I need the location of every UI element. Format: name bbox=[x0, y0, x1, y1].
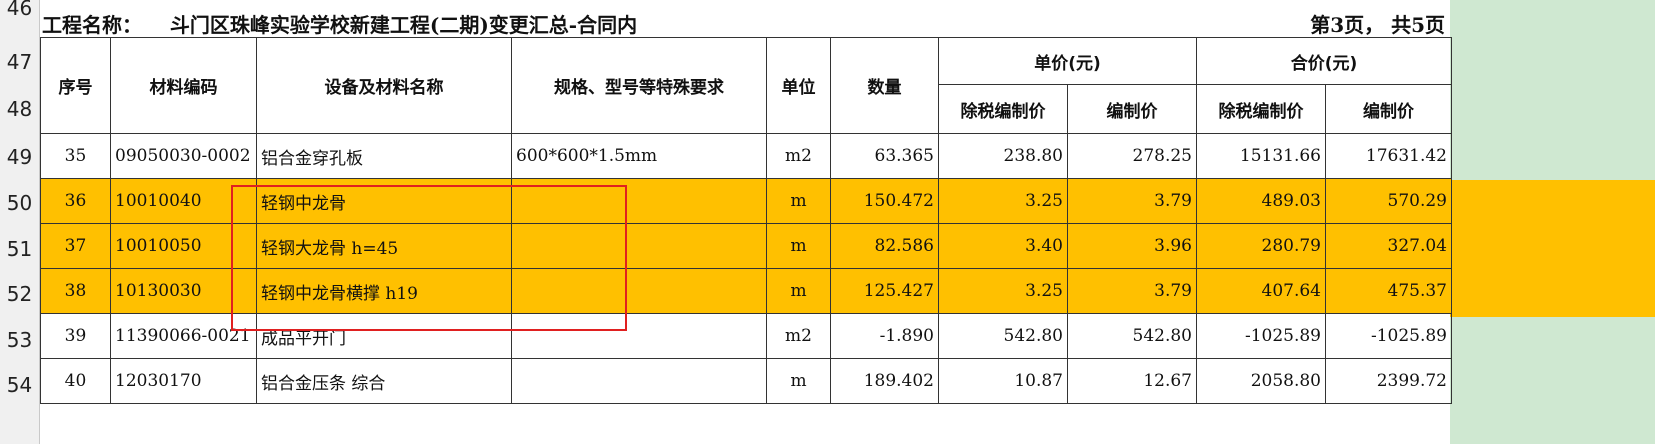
cell-unit[interactable]: m bbox=[766, 268, 831, 314]
cell-unit-price-ex-tax[interactable]: 3.40 bbox=[938, 223, 1068, 269]
cell-unit-price[interactable]: 542.80 bbox=[1067, 313, 1197, 359]
cell-name[interactable]: 轻钢中龙骨 bbox=[256, 178, 512, 224]
cell-code[interactable]: 10130030 bbox=[110, 268, 257, 314]
cell-spec[interactable]: 600*600*1.5mm bbox=[511, 133, 767, 179]
cell-name[interactable]: 铝合金压条 综合 bbox=[256, 358, 512, 404]
cell-name[interactable]: 铝合金穿孔板 bbox=[256, 133, 512, 179]
cell-unit-price[interactable]: 3.79 bbox=[1067, 178, 1197, 224]
cell-qty[interactable]: 82.586 bbox=[830, 223, 939, 269]
cell-unit-price[interactable]: 3.79 bbox=[1067, 268, 1197, 314]
cell-total-ex-tax[interactable]: 407.64 bbox=[1196, 268, 1326, 314]
row-number[interactable]: 49 bbox=[0, 145, 39, 169]
cell-total-ex-tax[interactable]: 15131.66 bbox=[1196, 133, 1326, 179]
cell-spec[interactable] bbox=[511, 178, 767, 224]
cell-unit-price-ex-tax[interactable]: 542.80 bbox=[938, 313, 1068, 359]
cell-unit[interactable]: m bbox=[766, 178, 831, 224]
cell-spec[interactable] bbox=[511, 313, 767, 359]
cell-spec[interactable] bbox=[511, 223, 767, 269]
cell-unit-price[interactable]: 12.67 bbox=[1067, 358, 1197, 404]
title-row[interactable]: 工程名称： 斗门区珠峰实验学校新建工程(二期)变更汇总-合同内 第3页， 共5页 bbox=[40, 0, 1448, 37]
cell-seq[interactable]: 38 bbox=[40, 268, 111, 314]
cell-code[interactable]: 10010050 bbox=[110, 223, 257, 269]
header-unit[interactable]: 单位 bbox=[766, 37, 831, 134]
cell-code[interactable]: 12030170 bbox=[110, 358, 257, 404]
cell-unit-price-ex-tax[interactable]: 3.25 bbox=[938, 178, 1068, 224]
cell-qty[interactable]: 125.427 bbox=[830, 268, 939, 314]
cell-total[interactable]: 475.37 bbox=[1325, 268, 1452, 314]
cell-total[interactable]: 17631.42 bbox=[1325, 133, 1452, 179]
header-code[interactable]: 材料编码 bbox=[110, 37, 257, 134]
cell-total[interactable]: 2399.72 bbox=[1325, 358, 1452, 404]
row-header-column: 46 47 48 49 50 51 52 53 54 bbox=[0, 0, 40, 444]
header-seq[interactable]: 序号 bbox=[40, 37, 111, 134]
cell-code[interactable]: 11390066-0021 bbox=[110, 313, 257, 359]
cell-name[interactable]: 轻钢大龙骨 h=45 bbox=[256, 223, 512, 269]
cell-name[interactable]: 成品平开门 bbox=[256, 313, 512, 359]
header-unit-price-ex-tax[interactable]: 除税编制价 bbox=[938, 84, 1068, 134]
cell-total[interactable]: 327.04 bbox=[1325, 223, 1452, 269]
table-row-highlighted: 37 10010050 轻钢大龙骨 h=45 m 82.586 3.40 3.9… bbox=[40, 223, 1452, 269]
cell-seq[interactable]: 35 bbox=[40, 133, 111, 179]
cell-total-ex-tax[interactable]: 2058.80 bbox=[1196, 358, 1326, 404]
header-unit-price-compiled[interactable]: 编制价 bbox=[1067, 84, 1197, 134]
header-qty[interactable]: 数量 bbox=[830, 37, 939, 134]
cell-qty[interactable]: 63.365 bbox=[830, 133, 939, 179]
header-spec[interactable]: 规格、型号等特殊要求 bbox=[511, 37, 767, 134]
cell-unit[interactable]: m2 bbox=[766, 313, 831, 359]
cell-seq[interactable]: 40 bbox=[40, 358, 111, 404]
cell-total[interactable]: 570.29 bbox=[1325, 178, 1452, 224]
table-row-highlighted: 36 10010040 轻钢中龙骨 m 150.472 3.25 3.79 48… bbox=[40, 178, 1452, 224]
table-row-highlighted: 38 10130030 轻钢中龙骨横撑 h19 m 125.427 3.25 3… bbox=[40, 268, 1452, 314]
cell-unit[interactable]: m bbox=[766, 358, 831, 404]
cell-unit-price-ex-tax[interactable]: 3.25 bbox=[938, 268, 1068, 314]
cell-seq[interactable]: 39 bbox=[40, 313, 111, 359]
cell-code[interactable]: 09050030-0002 bbox=[110, 133, 257, 179]
cell-unit-price-ex-tax[interactable]: 238.80 bbox=[938, 133, 1068, 179]
cell-unit-price[interactable]: 3.96 bbox=[1067, 223, 1197, 269]
header-total-price-ex-tax[interactable]: 除税编制价 bbox=[1196, 84, 1326, 134]
cell-unit[interactable]: m2 bbox=[766, 133, 831, 179]
cell-qty[interactable]: -1.890 bbox=[830, 313, 939, 359]
row-number[interactable]: 47 bbox=[0, 50, 39, 74]
cell-spec[interactable] bbox=[511, 358, 767, 404]
cell-total-ex-tax[interactable]: 280.79 bbox=[1196, 223, 1326, 269]
row-number[interactable]: 46 bbox=[0, 0, 39, 20]
row-number[interactable]: 50 bbox=[0, 191, 39, 215]
header-unit-price[interactable]: 单价(元) bbox=[938, 37, 1197, 85]
cell-total-ex-tax[interactable]: -1025.89 bbox=[1196, 313, 1326, 359]
header-name[interactable]: 设备及材料名称 bbox=[256, 37, 512, 134]
row-number[interactable]: 54 bbox=[0, 373, 39, 397]
cell-total[interactable]: -1025.89 bbox=[1325, 313, 1452, 359]
cell-seq[interactable]: 36 bbox=[40, 178, 111, 224]
cell-spec[interactable] bbox=[511, 268, 767, 314]
cell-seq[interactable]: 37 bbox=[40, 223, 111, 269]
table-row: 40 12030170 铝合金压条 综合 m 189.402 10.87 12.… bbox=[40, 358, 1452, 404]
cell-unit[interactable]: m bbox=[766, 223, 831, 269]
cell-unit-price-ex-tax[interactable]: 10.87 bbox=[938, 358, 1068, 404]
cell-unit-price[interactable]: 278.25 bbox=[1067, 133, 1197, 179]
cell-code[interactable]: 10010040 bbox=[110, 178, 257, 224]
table-row: 39 11390066-0021 成品平开门 m2 -1.890 542.80 … bbox=[40, 313, 1452, 359]
row-number[interactable]: 51 bbox=[0, 237, 39, 261]
materials-table: 序号 材料编码 设备及材料名称 规格、型号等特殊要求 单位 数量 单价(元) 合… bbox=[40, 37, 1452, 404]
cell-qty[interactable]: 150.472 bbox=[830, 178, 939, 224]
row-number[interactable]: 53 bbox=[0, 328, 39, 352]
page-indicator: 第3页， 共5页 bbox=[1310, 13, 1445, 37]
cell-name[interactable]: 轻钢中龙骨横撑 h19 bbox=[256, 268, 512, 314]
header-total-price[interactable]: 合价(元) bbox=[1196, 37, 1452, 85]
table-row: 35 09050030-0002 铝合金穿孔板 600*600*1.5mm m2… bbox=[40, 133, 1452, 179]
highlight-fill bbox=[1450, 180, 1655, 317]
row-number[interactable]: 48 bbox=[0, 97, 39, 121]
project-title: 工程名称： 斗门区珠峰实验学校新建工程(二期)变更汇总-合同内 bbox=[42, 13, 638, 37]
cell-qty[interactable]: 189.402 bbox=[830, 358, 939, 404]
row-number[interactable]: 52 bbox=[0, 282, 39, 306]
adjacent-columns-area bbox=[1450, 0, 1655, 444]
cell-total-ex-tax[interactable]: 489.03 bbox=[1196, 178, 1326, 224]
header-total-price-compiled[interactable]: 编制价 bbox=[1325, 84, 1452, 134]
